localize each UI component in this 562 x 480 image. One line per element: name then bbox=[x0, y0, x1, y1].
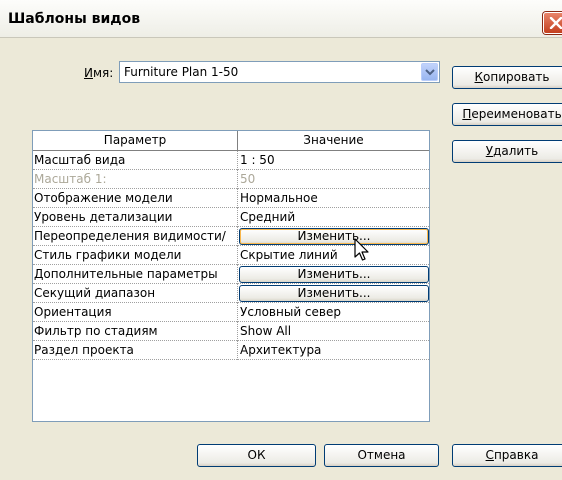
advanced-params-edit-button[interactable]: Изменить... bbox=[239, 266, 429, 283]
row-value[interactable]: Show All bbox=[240, 323, 428, 340]
chevron-down-icon bbox=[425, 69, 435, 76]
row-param: Переопределения видимости/ bbox=[34, 229, 226, 243]
table-row: Масштаб 1: 50 bbox=[33, 170, 429, 189]
table-row[interactable]: Дополнительные параметры Изменить... bbox=[33, 265, 429, 284]
help-button[interactable]: Справка bbox=[452, 444, 562, 467]
mouse-cursor-icon bbox=[354, 238, 369, 261]
row-param: Секущий диапазон bbox=[34, 286, 156, 300]
row-param: Масштаб 1: bbox=[34, 172, 107, 186]
table-row[interactable]: Отображение модели Нормальное bbox=[33, 189, 429, 208]
row-value[interactable]: Средний bbox=[240, 209, 428, 226]
row-param: Ориентация bbox=[34, 305, 112, 319]
row-param: Стиль графики модели bbox=[34, 248, 182, 262]
row-param: Фильтр по стадиям bbox=[34, 324, 158, 338]
window-title: Шаблоны видов bbox=[8, 11, 141, 27]
row-param: Масштаб вида bbox=[34, 153, 126, 167]
copy-button[interactable]: Копировать bbox=[452, 66, 562, 89]
close-button[interactable] bbox=[543, 12, 562, 34]
rename-button[interactable]: Переименовать bbox=[452, 103, 562, 126]
combobox-dropdown-button[interactable] bbox=[421, 63, 438, 81]
table-header: Параметр Значение bbox=[33, 131, 429, 151]
header-value: Значение bbox=[303, 133, 364, 147]
row-value[interactable]: Архитектура bbox=[240, 342, 428, 359]
table-row[interactable]: Уровень детализации Средний bbox=[33, 208, 429, 227]
name-combobox-value: Furniture Plan 1-50 bbox=[124, 65, 239, 79]
table-row[interactable]: Ориентация Условный север bbox=[33, 303, 429, 322]
row-value[interactable]: 1 : 50 bbox=[240, 152, 428, 169]
row-param: Отображение модели bbox=[34, 191, 173, 205]
table-row[interactable]: Фильтр по стадиям Show All bbox=[33, 322, 429, 341]
row-param: Раздел проекта bbox=[34, 343, 134, 357]
table-row[interactable]: Раздел проекта Архитектура bbox=[33, 341, 429, 360]
cancel-button[interactable]: Отмена bbox=[324, 444, 439, 467]
table-row[interactable]: Масштаб вида 1 : 50 bbox=[33, 151, 429, 170]
row-value[interactable]: Нормальное bbox=[240, 190, 428, 207]
title-bar: Шаблоны видов bbox=[0, 0, 562, 38]
view-range-edit-button[interactable]: Изменить... bbox=[239, 285, 429, 302]
parameters-table: Параметр Значение Масштаб вида 1 : 50 Ма… bbox=[32, 130, 430, 422]
row-param: Уровень детализации bbox=[34, 210, 173, 224]
close-icon bbox=[549, 17, 562, 29]
row-value[interactable]: Условный север bbox=[240, 304, 428, 321]
header-parameter: Параметр bbox=[103, 133, 167, 147]
ok-button[interactable]: ОК bbox=[197, 444, 316, 467]
visibility-overrides-edit-button[interactable]: Изменить... bbox=[239, 228, 429, 245]
name-combobox[interactable]: Furniture Plan 1-50 bbox=[119, 61, 440, 83]
row-value[interactable]: Скрытие линий bbox=[240, 247, 428, 264]
row-param: Дополнительные параметры bbox=[34, 267, 218, 281]
row-value: 50 bbox=[240, 172, 256, 186]
table-row[interactable]: Секущий диапазон Изменить... bbox=[33, 284, 429, 303]
delete-button[interactable]: Удалить bbox=[452, 140, 562, 163]
name-label: Имя: bbox=[84, 66, 114, 80]
